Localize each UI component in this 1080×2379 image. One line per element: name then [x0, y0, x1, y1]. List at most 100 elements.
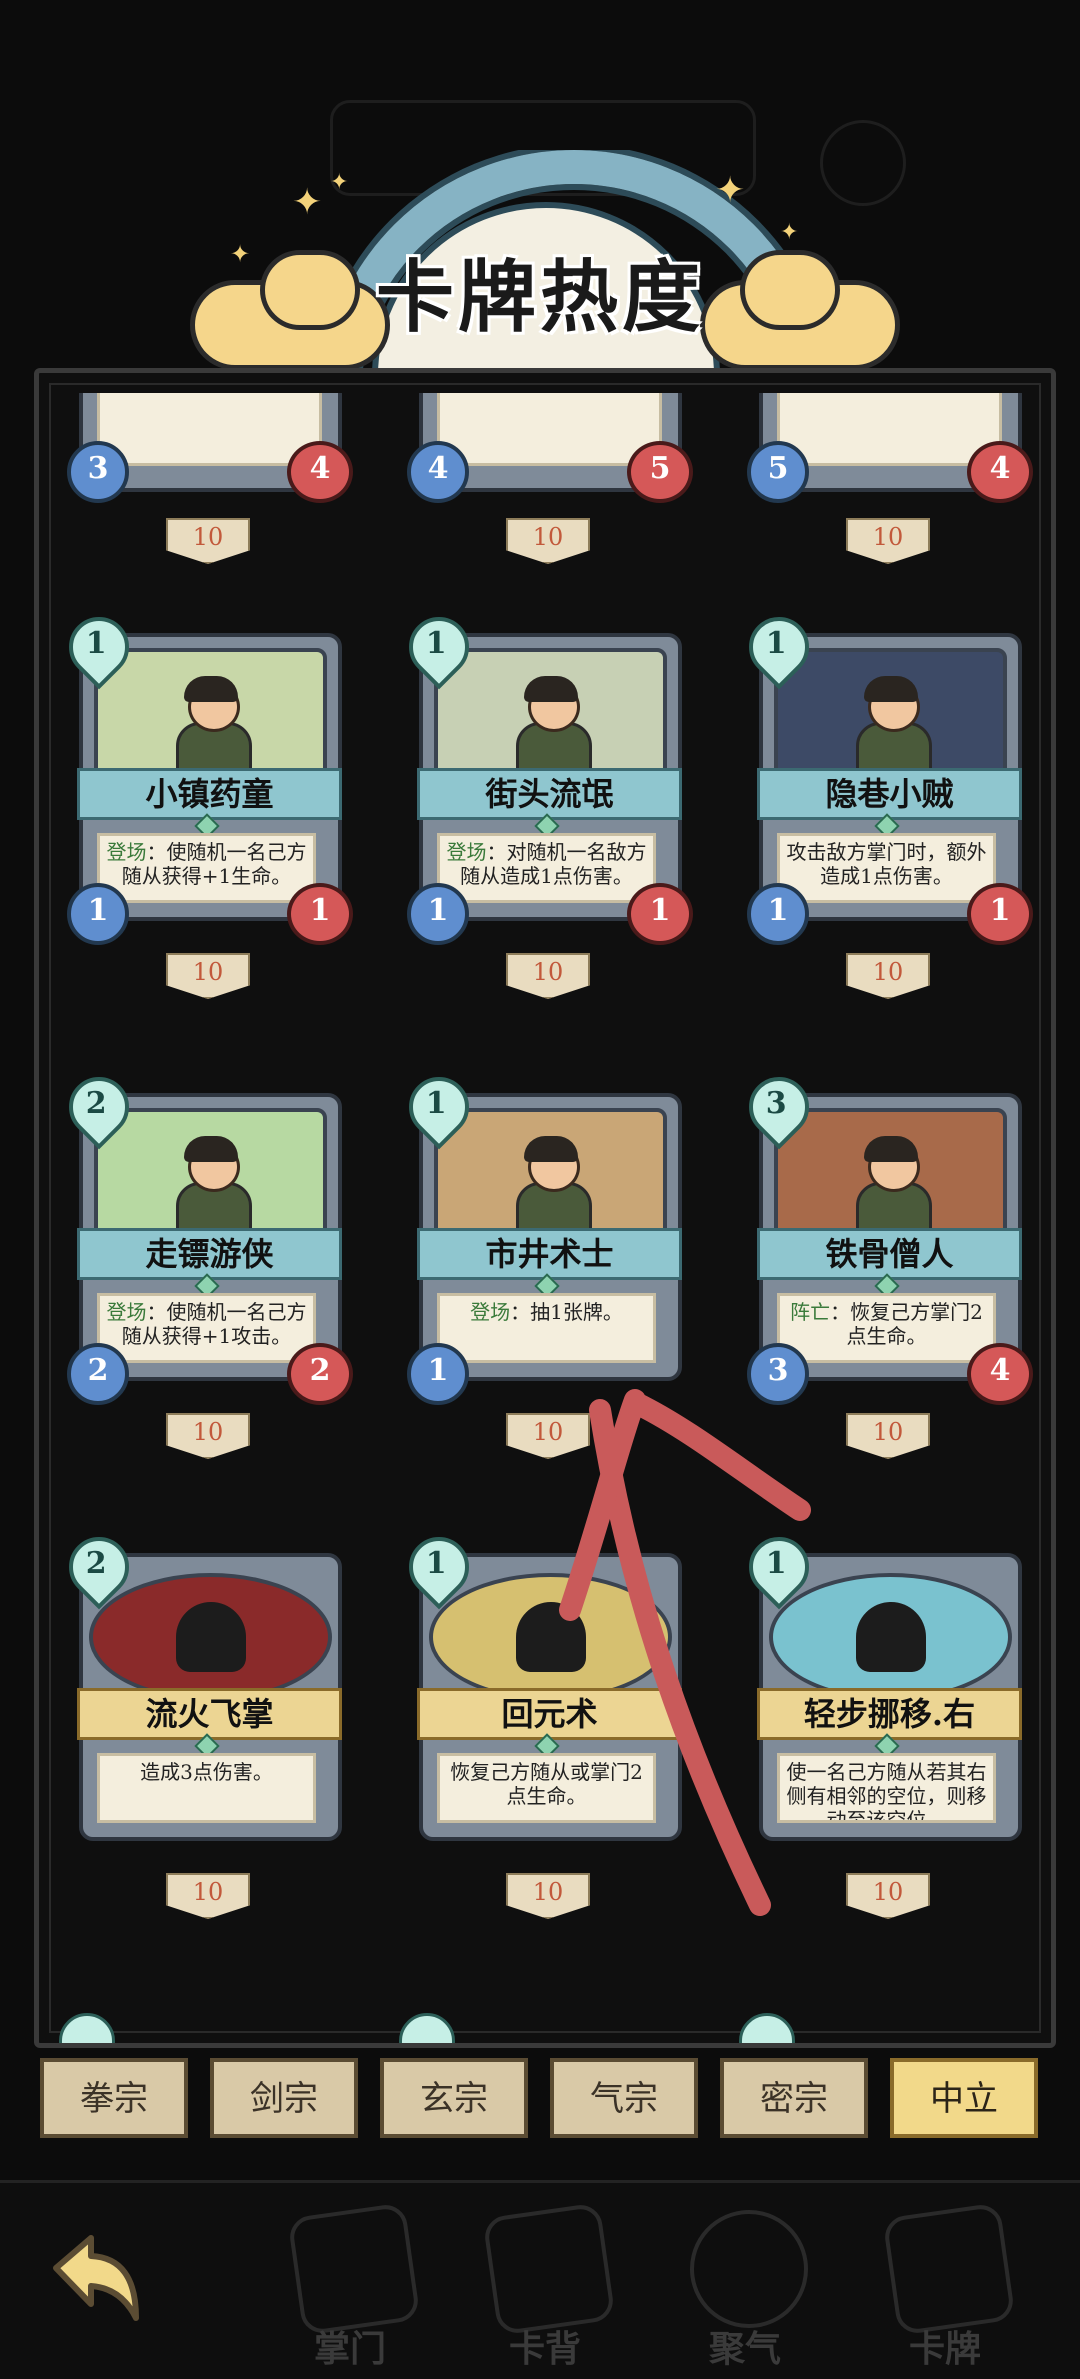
heat-value: 10 [506, 1413, 590, 1459]
card-description: 使一名己方随从若其右侧有相邻的空位，则移动至该空位。 [777, 1753, 996, 1823]
tab-mizong[interactable]: 密宗 [720, 2058, 868, 2138]
card-art [429, 1573, 672, 1701]
card[interactable]: 回元术 恢复己方随从或掌门2点生命。 1 [396, 1524, 684, 1853]
card-description: 阵亡：恢复己方掌门2点生命。 [777, 1293, 996, 1363]
title-banner: ✦ ✦ ✦ ✦ ✦ 卡牌热度 [180, 140, 900, 404]
card-art [94, 1108, 327, 1248]
card-back-icon [482, 2202, 616, 2336]
attack-badge: 1 [407, 883, 469, 945]
card-art-silhouette [175, 1602, 246, 1672]
attack-badge: 1 [747, 883, 809, 945]
nav-gather-qi[interactable]: 聚气 [670, 2200, 820, 2370]
sparkle-icon: ✦ [292, 182, 323, 223]
card[interactable]: 走镖游侠 登场：使随机一名己方随从获得+1攻击。 2 2 2 [56, 1064, 353, 1405]
card-art-figure [168, 676, 254, 788]
next-card-cost-tip [59, 2013, 115, 2043]
partial-card[interactable]: 5 4 [747, 393, 1033, 503]
health-badge: 2 [287, 1343, 353, 1405]
attack-badge: 3 [67, 441, 129, 503]
nav-master[interactable]: 掌门 [275, 2200, 425, 2370]
card-art [434, 1108, 667, 1248]
attack-badge: 2 [67, 1343, 129, 1405]
card-keyword: 登场 [106, 840, 147, 864]
card-desc-text: ：使随机一名己方随从获得+1攻击。 [121, 1300, 307, 1348]
card[interactable]: 街头流氓 登场：对随机一名敌方随从造成1点伤害。 1 1 1 [396, 604, 693, 945]
card-desc-text: ：抽1张牌。 [510, 1300, 623, 1324]
heat-value: 10 [846, 518, 930, 564]
tab-qizong[interactable]: 气宗 [550, 2058, 698, 2138]
faction-tabs: 拳宗 剑宗 玄宗 气宗 密宗 中立 [40, 2058, 1040, 2142]
heat-value: 10 [846, 953, 930, 999]
next-card-cost-tip [739, 2013, 795, 2043]
card-art [89, 1573, 332, 1701]
attack-badge: 5 [747, 441, 809, 503]
card-keyword: 登场 [446, 840, 487, 864]
card[interactable]: 流火飞掌 造成3点伤害。 2 [56, 1524, 344, 1853]
card-art-silhouette [855, 1602, 926, 1672]
card-art [774, 1108, 1007, 1248]
heat-value: 10 [166, 518, 250, 564]
card-name: 流火飞掌 [77, 1688, 342, 1740]
heat-value: 10 [166, 953, 250, 999]
page-title: 卡牌热度 [375, 252, 704, 343]
nav-cards[interactable]: 卡牌 [870, 2200, 1020, 2370]
card-art-figure [508, 676, 594, 788]
gather-qi-icon [682, 2202, 816, 2336]
card-name: 轻步挪移.右 [757, 1688, 1022, 1740]
heat-value: 10 [166, 1873, 250, 1919]
heat-value: 10 [506, 953, 590, 999]
card-name: 小镇药童 [77, 768, 342, 820]
attack-badge: 4 [407, 441, 469, 503]
card-description: 登场：使随机一名己方随从获得+1生命。 [97, 833, 316, 903]
card-desc-text: 造成3点伤害。 [140, 1760, 273, 1784]
tab-xuanzong[interactable]: 玄宗 [380, 2058, 528, 2138]
card-art [434, 648, 667, 788]
nav-card-back[interactable]: 卡背 [470, 2200, 620, 2370]
card-name: 回元术 [417, 1688, 682, 1740]
master-icon [287, 2202, 421, 2336]
card-description: 恢复己方随从或掌门2点生命。 [437, 1753, 656, 1823]
card-keyword: 阵亡 [790, 1300, 831, 1324]
health-badge: 4 [287, 441, 353, 503]
card-name: 隐巷小贼 [757, 768, 1022, 820]
card-desc-text: ：对随机一名敌方随从造成1点伤害。 [460, 840, 647, 888]
card-name: 街头流氓 [417, 768, 682, 820]
card[interactable]: 轻步挪移.右 使一名己方随从若其右侧有相邻的空位，则移动至该空位。 1 [736, 1524, 1024, 1853]
tab-quanzong[interactable]: 拳宗 [40, 2058, 188, 2138]
health-badge: 1 [967, 883, 1033, 945]
attack-badge: 1 [407, 1343, 469, 1405]
card-desc-text: ：恢复己方掌门2点生命。 [830, 1300, 983, 1348]
card-desc-text: ：使随机一名己方随从获得+1生命。 [121, 840, 307, 888]
back-button[interactable] [36, 2228, 156, 2338]
tab-jianzong[interactable]: 剑宗 [210, 2058, 358, 2138]
sparkle-icon: ✦ [330, 170, 349, 195]
card[interactable]: 铁骨僧人 阵亡：恢复己方掌门2点生命。 3 3 4 [736, 1064, 1033, 1405]
card-name: 铁骨僧人 [757, 1228, 1022, 1280]
heat-value: 10 [506, 1873, 590, 1919]
health-badge: 4 [967, 1343, 1033, 1405]
health-badge: 4 [967, 441, 1033, 503]
heat-value: 10 [846, 1413, 930, 1459]
card[interactable]: 小镇药童 登场：使随机一名己方随从获得+1生命。 1 1 1 [56, 604, 353, 945]
heat-value: 10 [166, 1413, 250, 1459]
card[interactable]: 隐巷小贼 攻击敌方掌门时，额外造成1点伤害。 1 1 1 [736, 604, 1033, 945]
heat-value: 10 [506, 518, 590, 564]
card-description: 登场：使随机一名己方随从获得+1攻击。 [97, 1293, 316, 1363]
heat-value: 10 [846, 1873, 930, 1919]
card-list-panel[interactable]: 3 4 10 4 5 10 5 4 10 小镇药童 登场：使随机一名己方随从获得… [34, 368, 1056, 2048]
card-description: 登场：对随机一名敌方随从造成1点伤害。 [437, 833, 656, 903]
card-desc-text: 使一名己方随从若其右侧有相邻的空位，则移动至该空位。 [786, 1760, 987, 1823]
card-art-silhouette [515, 1602, 586, 1672]
card-art [94, 648, 327, 788]
card-art-figure [508, 1136, 594, 1248]
card-description: 造成3点伤害。 [97, 1753, 316, 1823]
health-badge: 5 [627, 441, 693, 503]
partial-card[interactable]: 3 4 [67, 393, 353, 503]
tab-zhongli[interactable]: 中立 [890, 2058, 1038, 2138]
card[interactable]: 市井术士 登场：抽1张牌。 1 1 [396, 1064, 684, 1405]
card-grid: 3 4 10 4 5 10 5 4 10 小镇药童 登场：使随机一名己方随从获得… [39, 373, 1051, 2043]
card-art-figure [848, 1136, 934, 1248]
card-art-figure [168, 1136, 254, 1248]
card-description: 攻击敌方掌门时，额外造成1点伤害。 [777, 833, 996, 903]
partial-card[interactable]: 4 5 [407, 393, 693, 503]
